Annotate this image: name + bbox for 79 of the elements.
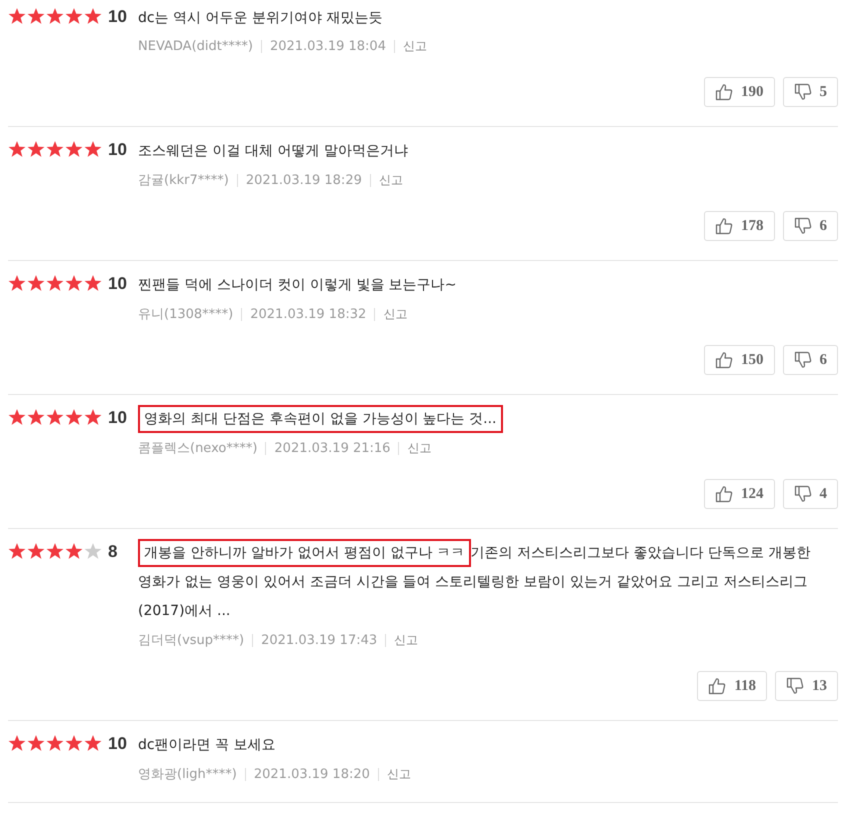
dislike-button[interactable]: 13 xyxy=(775,671,838,701)
star-icon xyxy=(65,274,83,292)
star-icon xyxy=(65,734,83,752)
report-link[interactable]: 신고 xyxy=(402,38,427,55)
review-text: 개봉을 안하니까 알바가 없어서 평점이 없구나 ㅋㅋ 기존의 저스티스리그보다 좋았습니다 단독으로 개봉한 영화가 없는 영웅이 있어서 조금더 시간을 들여 스토리텔링한 보람이 있는거 같았어요 그리고 저스티스리그(2017)에서 ... xyxy=(138,539,838,626)
star-icon xyxy=(65,408,83,426)
star-icon xyxy=(84,274,102,292)
star-icon xyxy=(8,734,26,752)
star-icon xyxy=(27,734,45,752)
thumbs-down-icon xyxy=(794,351,812,369)
star-icon xyxy=(46,140,64,158)
star-icon xyxy=(27,542,45,560)
star-icon xyxy=(8,7,26,25)
star-icon xyxy=(8,408,26,426)
like-button[interactable]: 178 xyxy=(704,211,774,241)
report-link[interactable]: 신고 xyxy=(394,632,418,648)
dislike-button[interactable]: 6 xyxy=(782,345,838,375)
dislike-button[interactable]: 6 xyxy=(782,211,838,241)
report-link[interactable]: 신고 xyxy=(383,306,408,322)
star-icon xyxy=(27,140,45,158)
thumbs-down-icon xyxy=(794,217,812,235)
review-text: dc는 역시 어두운 분위기여야 재밌는듯 xyxy=(138,9,384,28)
thumbs-down-icon xyxy=(794,83,812,101)
star-icon xyxy=(27,7,45,25)
like-button[interactable]: 150 xyxy=(704,345,774,375)
star-icon xyxy=(27,408,45,426)
date: 2021.03.19 17:43 xyxy=(261,632,378,648)
score: 10 xyxy=(108,734,127,754)
like-button[interactable]: 118 xyxy=(697,671,767,701)
date: 2021.03.19 18:04 xyxy=(270,39,386,54)
like-button[interactable]: 124 xyxy=(704,479,774,509)
star-icon xyxy=(65,542,83,560)
thumbs-down-icon xyxy=(786,677,804,695)
star-icon xyxy=(46,7,64,25)
author: 감귤(kkr7****) xyxy=(138,172,229,189)
date: 2021.03.19 18:32 xyxy=(250,306,366,322)
score: 10 xyxy=(108,140,127,160)
score: 10 xyxy=(108,408,127,428)
review-text: 조스웨던은 이걸 대체 어떻게 말아먹은거냐 xyxy=(138,142,409,161)
star-icon xyxy=(84,734,102,752)
star-icon xyxy=(27,274,45,292)
score: 8 xyxy=(108,542,118,562)
author: 콤플렉스(nexo****) xyxy=(138,440,258,457)
star-icon xyxy=(46,734,64,752)
author: 김더덕(vsup****) xyxy=(138,632,244,649)
date: 2021.03.19 21:16 xyxy=(274,440,390,456)
star-icon xyxy=(84,542,102,560)
star-icon xyxy=(46,274,64,292)
star-icon xyxy=(8,542,26,560)
date: 2021.03.19 18:20 xyxy=(254,766,370,782)
thumbs-up-icon xyxy=(715,217,733,235)
star-icon xyxy=(84,7,102,25)
score: 10 xyxy=(108,7,127,27)
review-text: 찐팬들 덕에 스나이더 컷이 이렇게 빛을 보는구나~ xyxy=(138,276,458,295)
dislike-button[interactable]: 5 xyxy=(782,77,838,107)
thumbs-up-icon xyxy=(715,485,733,503)
dislike-button[interactable]: 4 xyxy=(782,479,838,509)
author: 영화광(ligh****) xyxy=(138,766,237,783)
star-icon xyxy=(8,274,26,292)
like-button[interactable]: 190 xyxy=(704,77,774,107)
author: NEVADA(didt****) xyxy=(138,39,253,54)
date: 2021.03.19 18:29 xyxy=(246,172,362,188)
star-icon xyxy=(65,140,83,158)
author: 유니(1308****) xyxy=(138,306,234,323)
star-icon xyxy=(65,7,83,25)
review-text: dc팬이라면 꼭 보세요 xyxy=(138,736,276,755)
report-link[interactable]: 신고 xyxy=(407,440,432,456)
thumbs-up-icon xyxy=(708,677,726,695)
star-icon xyxy=(8,140,26,158)
star-icon xyxy=(84,408,102,426)
score: 10 xyxy=(108,274,127,294)
report-link[interactable]: 신고 xyxy=(378,172,403,188)
star-icon xyxy=(46,408,64,426)
report-link[interactable]: 신고 xyxy=(386,766,411,782)
star-icon xyxy=(46,542,64,560)
star-icon xyxy=(84,140,102,158)
thumbs-up-icon xyxy=(715,351,733,369)
thumbs-down-icon xyxy=(794,485,812,503)
thumbs-up-icon xyxy=(715,83,733,101)
